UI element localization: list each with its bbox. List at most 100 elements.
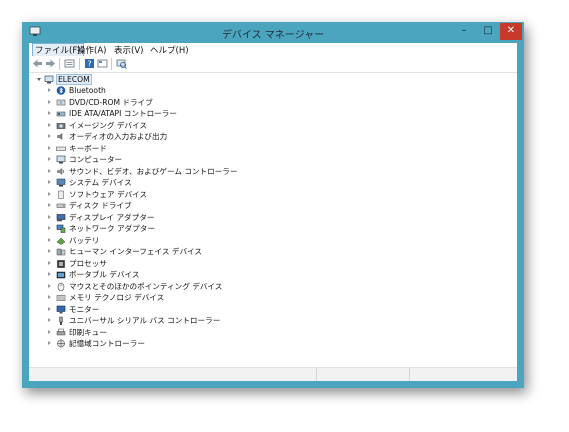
expand-arrow-icon[interactable] [48, 134, 51, 138]
system-device-icon [56, 178, 66, 187]
expand-arrow-icon[interactable] [48, 168, 51, 173]
tree-node-label: オーディオの入力および出力 [69, 132, 168, 141]
expand-arrow-icon[interactable] [48, 157, 51, 161]
expand-arrow-icon[interactable] [48, 99, 51, 104]
tree-node[interactable]: ソフトウェア デバイス [29, 189, 517, 200]
mouse-icon [57, 282, 65, 291]
tree-node[interactable]: コンピューター [29, 154, 517, 165]
tree-node-label: ディスク ドライブ [69, 201, 132, 210]
maximize-button[interactable]: □ [477, 23, 499, 40]
expand-arrow-icon[interactable] [48, 122, 51, 127]
tree-node-label: ソフトウェア デバイス [69, 189, 148, 199]
display-adapter-icon [56, 213, 66, 221]
tree-node-label: 印刷キュー [69, 327, 107, 337]
tree-node[interactable]: ディスプレイ アダプター [29, 212, 517, 223]
menu-action[interactable]: 操作(A) [75, 44, 108, 56]
toolbar: ? [29, 56, 517, 73]
expand-arrow-icon[interactable] [48, 203, 51, 207]
tree-node-label: ユニバーサル シリアル バス コントローラー [69, 316, 221, 325]
disk-drive-icon [56, 203, 66, 208]
expand-arrow-icon[interactable] [48, 111, 51, 115]
bluetooth-icon [56, 86, 66, 95]
forward-arrow-icon[interactable] [45, 58, 56, 69]
tree-root-label: ELECOM [56, 74, 92, 85]
expand-arrow-icon[interactable] [48, 283, 51, 288]
tree-node[interactable]: ヒューマン インターフェイス デバイス [29, 246, 517, 257]
keyboard-icon [56, 146, 66, 151]
tree-node[interactable]: Bluetooth [29, 85, 517, 96]
tree-node-label: ヒューマン インターフェイス デバイス [69, 247, 203, 256]
expand-arrow-icon[interactable] [48, 226, 51, 230]
toolbar-separator [79, 58, 80, 70]
tree-node-label: ポータブル デバイス [69, 270, 140, 279]
storage-controller-icon [57, 339, 65, 348]
tree-node[interactable]: オーディオの入力および出力 [29, 131, 517, 142]
tree-node-label: Bluetooth [69, 86, 106, 95]
expand-arrow-icon[interactable] [48, 214, 51, 219]
memory-device-icon [56, 295, 66, 301]
menu-bar: ファイル(F) 操作(A) 表示(V) ヘルプ(H) [29, 43, 517, 57]
tree-node-label: プロセッサ [69, 258, 107, 268]
expand-arrow-icon[interactable] [48, 237, 51, 242]
tree-node-label: システム デバイス [69, 178, 132, 187]
software-device-icon [58, 190, 64, 199]
back-arrow-icon[interactable] [32, 58, 43, 69]
tree-node-label: キーボード [69, 143, 107, 153]
tree-node[interactable]: ユニバーサル シリアル バス コントローラー [29, 315, 517, 326]
status-divider [316, 368, 318, 381]
close-button[interactable]: ✕ [500, 23, 522, 40]
collapse-arrow-icon[interactable] [37, 78, 41, 81]
tree-node-label: DVD/CD-ROM ドライブ [69, 97, 153, 107]
expand-arrow-icon[interactable] [48, 295, 51, 299]
tree-node[interactable]: プロセッサ [29, 258, 517, 269]
title-bar[interactable]: デバイス マネージャー – □ ✕ [22, 22, 524, 43]
processor-icon [57, 259, 65, 268]
tree-node-label: マウスとそのほかのポインティング デバイス [69, 281, 223, 291]
expand-arrow-icon[interactable] [48, 180, 51, 184]
usb-controller-icon [59, 316, 63, 325]
tree-node[interactable]: サウンド、ビデオ、およびゲーム コントローラー [29, 166, 517, 177]
expand-arrow-icon[interactable] [48, 272, 51, 276]
device-tree[interactable]: ELECOM Bluetooth DVD/CD-ROM ドライブ IDE ATA/AT… [29, 73, 517, 368]
tree-node-label: モニター [69, 304, 100, 314]
expand-arrow-icon[interactable] [48, 306, 51, 311]
tree-node[interactable]: キーボード [29, 143, 517, 154]
menu-help[interactable]: ヘルプ(H) [148, 44, 191, 56]
tree-node[interactable]: モニター [29, 304, 517, 315]
tree-node[interactable]: マウスとそのほかのポインティング デバイス [29, 281, 517, 292]
expand-arrow-icon[interactable] [48, 191, 51, 196]
properties-icon[interactable] [64, 58, 75, 69]
tree-node[interactable]: イメージング デバイス [29, 120, 517, 131]
tree-node[interactable]: IDE ATA/ATAPI コントローラー [29, 108, 517, 119]
view-icon[interactable] [97, 58, 108, 69]
tree-node[interactable]: システム デバイス [29, 177, 517, 188]
tree-node[interactable]: メモリ テクノロジ デバイス [29, 292, 517, 303]
toolbar-separator [59, 58, 60, 70]
client-area: ファイル(F) 操作(A) 表示(V) ヘルプ(H) ? ELECOM Blue… [29, 43, 517, 381]
tree-node[interactable]: ディスク ドライブ [29, 200, 517, 211]
tree-node[interactable]: 印刷キュー [29, 327, 517, 338]
tree-node-label: IDE ATA/ATAPI コントローラー [69, 109, 177, 118]
tree-node-label: バッテリ [69, 235, 100, 245]
tree-node[interactable]: バッテリ [29, 235, 517, 246]
tree-node[interactable]: DVD/CD-ROM ドライブ [29, 97, 517, 108]
network-adapter-icon [56, 224, 66, 233]
menu-view[interactable]: 表示(V) [112, 44, 145, 56]
expand-arrow-icon[interactable] [48, 341, 51, 345]
expand-arrow-icon[interactable] [48, 249, 51, 253]
expand-arrow-icon[interactable] [48, 145, 51, 150]
expand-arrow-icon[interactable] [48, 260, 51, 265]
expand-arrow-icon[interactable] [48, 88, 51, 92]
minimize-button[interactable]: – [453, 23, 475, 40]
tree-node[interactable]: ポータブル デバイス [29, 269, 517, 280]
expand-arrow-icon[interactable] [48, 318, 51, 322]
expand-arrow-icon[interactable] [48, 329, 51, 334]
scan-hardware-icon[interactable] [116, 58, 127, 69]
status-bar [29, 368, 517, 381]
tree-node-label: 記憶域コントローラー [69, 339, 145, 348]
help-icon[interactable]: ? [84, 58, 95, 69]
tree-root-node[interactable]: ELECOM [29, 74, 517, 85]
tree-node[interactable]: ネットワーク アダプター [29, 223, 517, 234]
tree-node[interactable]: 記憶域コントローラー [29, 338, 517, 349]
window-title: デバイス マネージャー [221, 30, 325, 41]
